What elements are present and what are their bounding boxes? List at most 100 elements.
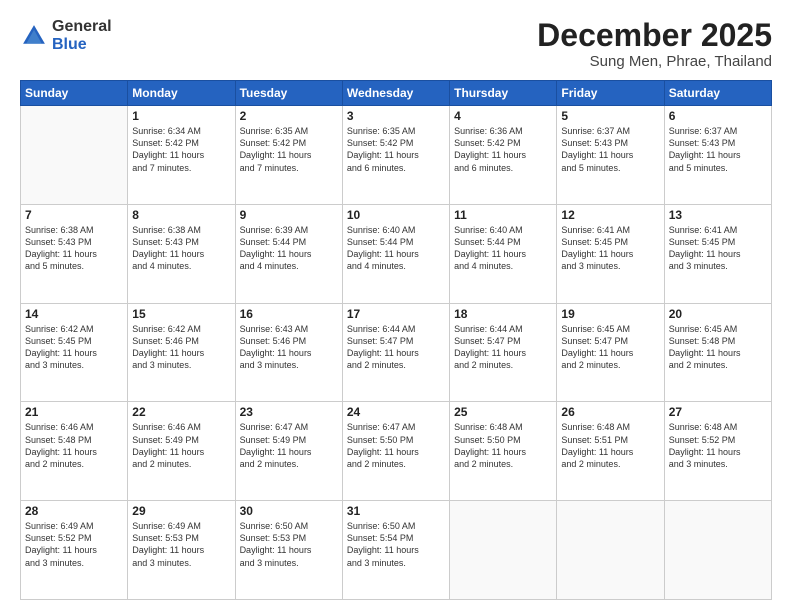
day-number: 19 [561, 307, 659, 321]
day-number: 10 [347, 208, 445, 222]
day-number: 8 [132, 208, 230, 222]
day-number: 24 [347, 405, 445, 419]
day-number: 22 [132, 405, 230, 419]
cell-info: Sunrise: 6:35 AM Sunset: 5:42 PM Dayligh… [240, 125, 338, 174]
calendar-cell: 18 Sunrise: 6:44 AM Sunset: 5:47 PM Dayli… [450, 303, 557, 402]
calendar-cell: 26Sunrise: 6:48 AM Sunset: 5:51 PM Dayli… [557, 402, 664, 501]
day-number: 16 [240, 307, 338, 321]
weekday-header-friday: Friday [557, 81, 664, 106]
calendar-cell [21, 106, 128, 205]
day-number: 17 [347, 307, 445, 321]
page: General Blue December 2025 Sung Men, Phr… [0, 0, 792, 612]
day-number: 21 [25, 405, 123, 419]
cell-info: Sunrise: 6:44 AM Sunset: 5:47 PM Dayligh… [347, 323, 445, 372]
day-number: 29 [132, 504, 230, 518]
cell-info: Sunrise: 6:40 AM Sunset: 5:44 PM Dayligh… [347, 224, 445, 273]
calendar-cell: 15 Sunrise: 6:42 AM Sunset: 5:46 PM Dayli… [128, 303, 235, 402]
calendar-table: SundayMondayTuesdayWednesdayThursdayFrid… [20, 80, 772, 600]
week-row-0: 1Sunrise: 6:34 AM Sunset: 5:42 PM Daylig… [21, 106, 772, 205]
calendar-cell: 21 Sunrise: 6:46 AM Sunset: 5:48 PM Dayli… [21, 402, 128, 501]
header: General Blue December 2025 Sung Men, Phr… [20, 18, 772, 70]
cell-info: Sunrise: 6:37 AM Sunset: 5:43 PM Dayligh… [669, 125, 767, 174]
cell-info: Sunrise: 6:39 AM Sunset: 5:44 PM Dayligh… [240, 224, 338, 273]
day-number: 30 [240, 504, 338, 518]
day-number: 18 [454, 307, 552, 321]
title-area: December 2025 Sung Men, Phrae, Thailand [537, 18, 772, 70]
cell-info: Sunrise: 6:38 AM Sunset: 5:43 PM Dayligh… [25, 224, 123, 273]
day-number: 9 [240, 208, 338, 222]
day-number: 31 [347, 504, 445, 518]
cell-info: Sunrise: 6:48 AM Sunset: 5:52 PM Dayligh… [669, 421, 767, 470]
cell-info: Sunrise: 6:50 AM Sunset: 5:54 PM Dayligh… [347, 520, 445, 569]
calendar-cell: 1Sunrise: 6:34 AM Sunset: 5:42 PM Daylig… [128, 106, 235, 205]
cell-info: Sunrise: 6:46 AM Sunset: 5:48 PM Dayligh… [25, 421, 123, 470]
calendar-cell: 11Sunrise: 6:40 AM Sunset: 5:44 PM Dayli… [450, 204, 557, 303]
cell-info: Sunrise: 6:41 AM Sunset: 5:45 PM Dayligh… [561, 224, 659, 273]
calendar-cell: 13 Sunrise: 6:41 AM Sunset: 5:45 PM Dayli… [664, 204, 771, 303]
cell-info: Sunrise: 6:47 AM Sunset: 5:49 PM Dayligh… [240, 421, 338, 470]
day-number: 20 [669, 307, 767, 321]
calendar-cell: 14 Sunrise: 6:42 AM Sunset: 5:45 PM Dayli… [21, 303, 128, 402]
day-number: 23 [240, 405, 338, 419]
cell-info: Sunrise: 6:41 AM Sunset: 5:45 PM Dayligh… [669, 224, 767, 273]
location-subtitle: Sung Men, Phrae, Thailand [537, 53, 772, 70]
calendar-cell [664, 501, 771, 600]
cell-info: Sunrise: 6:44 AM Sunset: 5:47 PM Dayligh… [454, 323, 552, 372]
calendar-cell [557, 501, 664, 600]
calendar-cell: 5Sunrise: 6:37 AM Sunset: 5:43 PM Daylig… [557, 106, 664, 205]
week-row-2: 14 Sunrise: 6:42 AM Sunset: 5:45 PM Dayli… [21, 303, 772, 402]
day-number: 7 [25, 208, 123, 222]
cell-info: Sunrise: 6:49 AM Sunset: 5:52 PM Dayligh… [25, 520, 123, 569]
cell-info: Sunrise: 6:42 AM Sunset: 5:46 PM Dayligh… [132, 323, 230, 372]
calendar-cell: 10 Sunrise: 6:40 AM Sunset: 5:44 PM Dayli… [342, 204, 449, 303]
calendar-cell: 7 Sunrise: 6:38 AM Sunset: 5:43 PM Daylig… [21, 204, 128, 303]
day-number: 5 [561, 109, 659, 123]
weekday-header-row: SundayMondayTuesdayWednesdayThursdayFrid… [21, 81, 772, 106]
logo-text: General Blue [52, 18, 112, 53]
weekday-header-monday: Monday [128, 81, 235, 106]
weekday-header-tuesday: Tuesday [235, 81, 342, 106]
cell-info: Sunrise: 6:34 AM Sunset: 5:42 PM Dayligh… [132, 125, 230, 174]
calendar-cell: 16 Sunrise: 6:43 AM Sunset: 5:46 PM Dayli… [235, 303, 342, 402]
calendar-cell: 17 Sunrise: 6:44 AM Sunset: 5:47 PM Dayli… [342, 303, 449, 402]
weekday-header-wednesday: Wednesday [342, 81, 449, 106]
weekday-header-sunday: Sunday [21, 81, 128, 106]
cell-info: Sunrise: 6:46 AM Sunset: 5:49 PM Dayligh… [132, 421, 230, 470]
cell-info: Sunrise: 6:35 AM Sunset: 5:42 PM Dayligh… [347, 125, 445, 174]
logo-blue: Blue [52, 36, 112, 54]
cell-info: Sunrise: 6:42 AM Sunset: 5:45 PM Dayligh… [25, 323, 123, 372]
week-row-1: 7 Sunrise: 6:38 AM Sunset: 5:43 PM Daylig… [21, 204, 772, 303]
cell-info: Sunrise: 6:38 AM Sunset: 5:43 PM Dayligh… [132, 224, 230, 273]
day-number: 4 [454, 109, 552, 123]
day-number: 27 [669, 405, 767, 419]
calendar-cell: 2Sunrise: 6:35 AM Sunset: 5:42 PM Daylig… [235, 106, 342, 205]
day-number: 15 [132, 307, 230, 321]
calendar-cell: 4 Sunrise: 6:36 AM Sunset: 5:42 PM Daylig… [450, 106, 557, 205]
cell-info: Sunrise: 6:43 AM Sunset: 5:46 PM Dayligh… [240, 323, 338, 372]
cell-info: Sunrise: 6:45 AM Sunset: 5:47 PM Dayligh… [561, 323, 659, 372]
cell-info: Sunrise: 6:40 AM Sunset: 5:44 PM Dayligh… [454, 224, 552, 273]
logo-general: General [52, 18, 112, 36]
calendar-cell: 28 Sunrise: 6:49 AM Sunset: 5:52 PM Dayli… [21, 501, 128, 600]
cell-info: Sunrise: 6:49 AM Sunset: 5:53 PM Dayligh… [132, 520, 230, 569]
day-number: 13 [669, 208, 767, 222]
day-number: 26 [561, 405, 659, 419]
calendar-cell: 24Sunrise: 6:47 AM Sunset: 5:50 PM Dayli… [342, 402, 449, 501]
cell-info: Sunrise: 6:36 AM Sunset: 5:42 PM Dayligh… [454, 125, 552, 174]
week-row-4: 28 Sunrise: 6:49 AM Sunset: 5:52 PM Dayli… [21, 501, 772, 600]
logo: General Blue [20, 18, 112, 53]
calendar-cell: 27 Sunrise: 6:48 AM Sunset: 5:52 PM Dayli… [664, 402, 771, 501]
day-number: 3 [347, 109, 445, 123]
calendar-cell: 3 Sunrise: 6:35 AM Sunset: 5:42 PM Daylig… [342, 106, 449, 205]
day-number: 14 [25, 307, 123, 321]
calendar-cell [450, 501, 557, 600]
calendar-cell: 20Sunrise: 6:45 AM Sunset: 5:48 PM Dayli… [664, 303, 771, 402]
logo-icon [20, 22, 48, 50]
calendar-cell: 23 Sunrise: 6:47 AM Sunset: 5:49 PM Dayli… [235, 402, 342, 501]
month-title: December 2025 [537, 18, 772, 53]
week-row-3: 21 Sunrise: 6:46 AM Sunset: 5:48 PM Dayli… [21, 402, 772, 501]
calendar-cell: 29 Sunrise: 6:49 AM Sunset: 5:53 PM Dayli… [128, 501, 235, 600]
calendar-cell: 25Sunrise: 6:48 AM Sunset: 5:50 PM Dayli… [450, 402, 557, 501]
calendar-cell: 31 Sunrise: 6:50 AM Sunset: 5:54 PM Dayli… [342, 501, 449, 600]
day-number: 28 [25, 504, 123, 518]
